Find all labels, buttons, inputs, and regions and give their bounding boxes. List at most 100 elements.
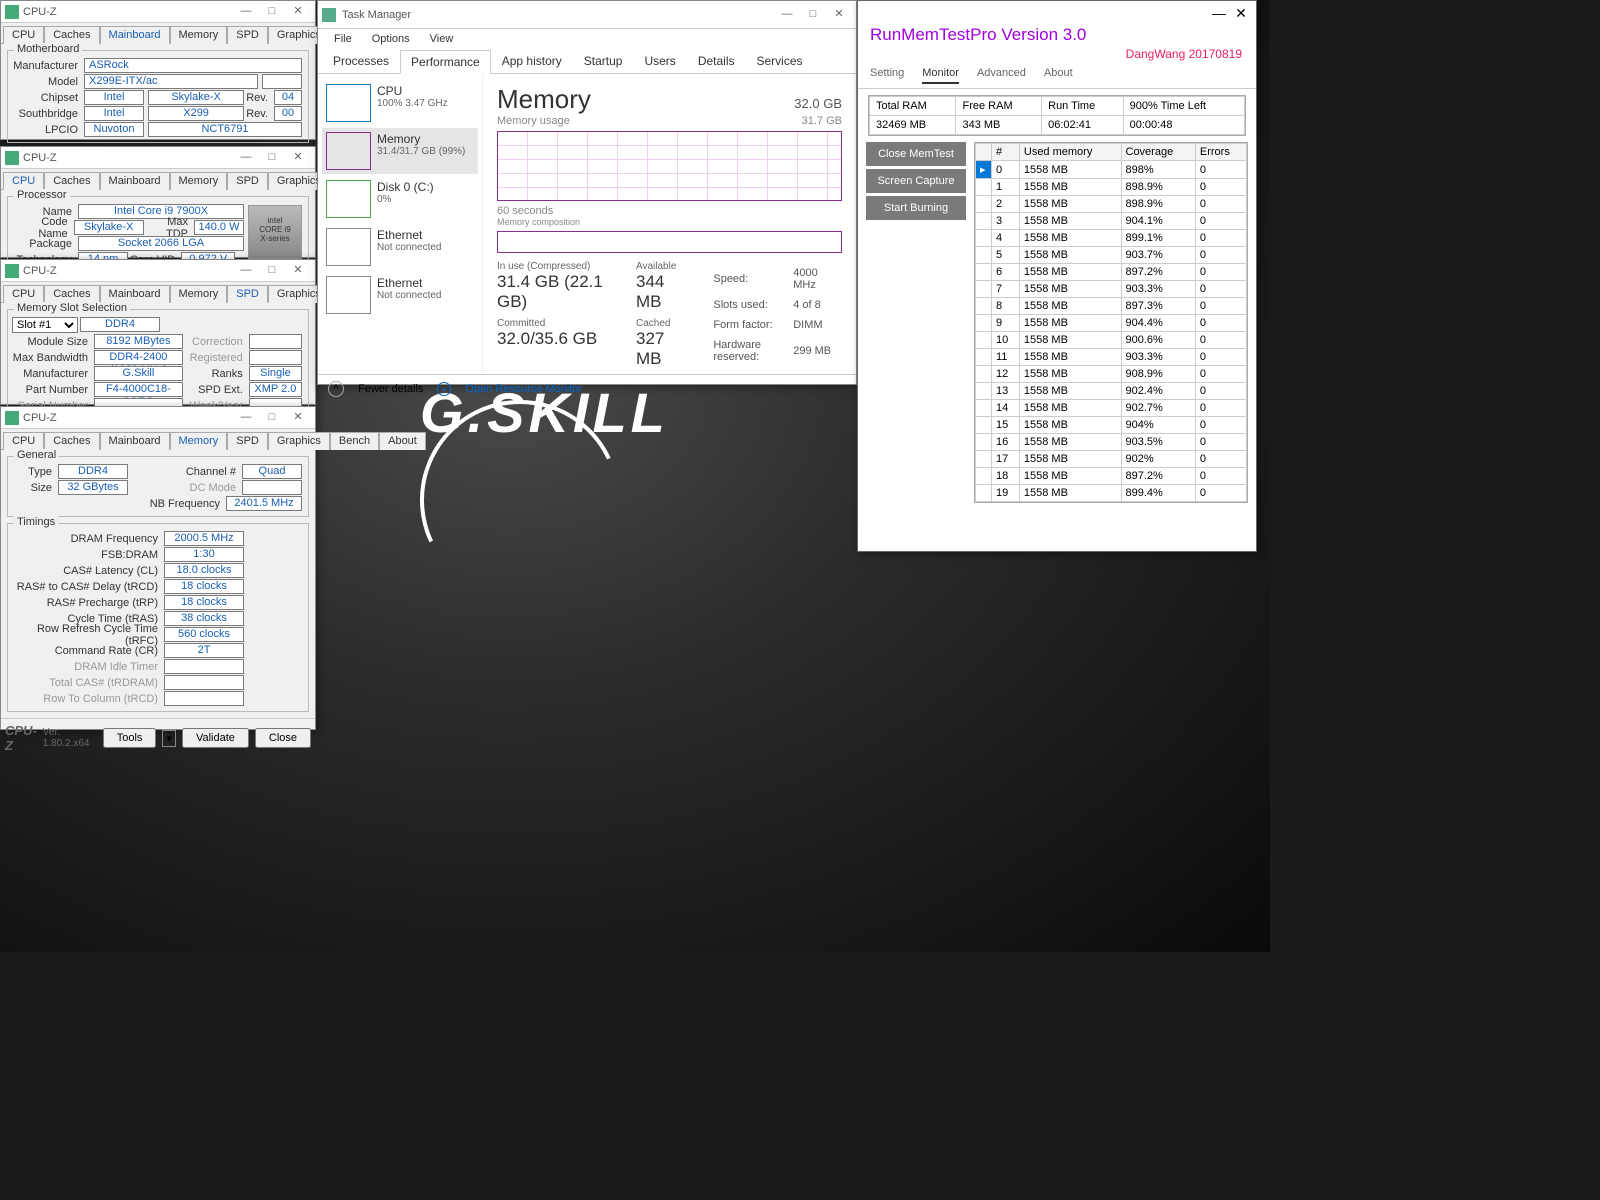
table-row[interactable]: 131558 MB902.4%0 bbox=[976, 383, 1247, 400]
minimize-button[interactable]: — bbox=[233, 148, 259, 168]
close-button[interactable]: ✕ bbox=[285, 261, 311, 281]
tab-caches[interactable]: Caches bbox=[44, 432, 99, 450]
screen-capture-button[interactable]: Screen Capture bbox=[866, 169, 966, 193]
tab-caches[interactable]: Caches bbox=[44, 172, 99, 190]
table-row[interactable]: 51558 MB903.7%0 bbox=[976, 247, 1247, 264]
table-row[interactable]: 161558 MB903.5%0 bbox=[976, 434, 1247, 451]
tab-performance[interactable]: Performance bbox=[400, 50, 491, 74]
table-row[interactable]: 111558 MB903.3%0 bbox=[976, 349, 1247, 366]
maximize-button[interactable]: □ bbox=[259, 261, 285, 281]
table-row[interactable]: 171558 MB902%0 bbox=[976, 451, 1247, 468]
table-row[interactable]: 71558 MB903.3%0 bbox=[976, 281, 1247, 298]
tab-bench[interactable]: Bench bbox=[330, 432, 379, 450]
table-row[interactable]: 31558 MB904.1%0 bbox=[976, 213, 1247, 230]
minimize-button[interactable]: — bbox=[233, 408, 259, 428]
col-header[interactable]: Errors bbox=[1195, 144, 1246, 161]
tab-caches[interactable]: Caches bbox=[44, 285, 99, 303]
table-row[interactable]: 41558 MB899.1%0 bbox=[976, 230, 1247, 247]
tab-memory[interactable]: Memory bbox=[170, 432, 228, 450]
tab-spd[interactable]: SPD bbox=[227, 432, 268, 450]
table-row[interactable]: 141558 MB902.7%0 bbox=[976, 400, 1247, 417]
tab-startup[interactable]: Startup bbox=[573, 49, 634, 73]
titlebar[interactable]: —✕ bbox=[858, 1, 1256, 25]
close-button[interactable]: ✕ bbox=[285, 2, 311, 22]
open-resource-monitor-link[interactable]: Open Resource Monitor bbox=[465, 383, 582, 395]
maximize-button[interactable]: □ bbox=[259, 2, 285, 22]
close-button[interactable]: ✕ bbox=[285, 408, 311, 428]
table-row[interactable]: ▸01558 MB898%0 bbox=[976, 161, 1247, 179]
tab-monitor[interactable]: Monitor bbox=[922, 67, 959, 84]
tab-spd[interactable]: SPD bbox=[227, 26, 268, 44]
tab-cpu[interactable]: CPU bbox=[3, 285, 44, 303]
perf-card-cpu[interactable]: CPU100% 3.47 GHz bbox=[322, 80, 478, 126]
results-grid[interactable]: #Used memoryCoverageErrors▸01558 MB898%0… bbox=[974, 142, 1248, 503]
tab-memory[interactable]: Memory bbox=[170, 172, 228, 190]
tab-cpu[interactable]: CPU bbox=[3, 172, 44, 190]
close-button[interactable]: Close bbox=[255, 728, 311, 748]
perf-card-disk[interactable]: Disk 0 (C:)0% bbox=[322, 176, 478, 222]
titlebar[interactable]: CPU-Z—□✕ bbox=[1, 260, 315, 282]
perf-card-eth[interactable]: EthernetNot connected bbox=[322, 224, 478, 270]
menu-options[interactable]: Options bbox=[362, 31, 420, 47]
table-row[interactable]: 81558 MB897.3%0 bbox=[976, 298, 1247, 315]
close-button[interactable]: ✕ bbox=[285, 148, 311, 168]
titlebar[interactable]: CPU-Z—□✕ bbox=[1, 1, 315, 23]
titlebar[interactable]: CPU-Z—□✕ bbox=[1, 407, 315, 429]
table-row[interactable]: 11558 MB898.9%0 bbox=[976, 179, 1247, 196]
maximize-button[interactable]: □ bbox=[800, 5, 826, 25]
chevron-up-icon[interactable]: ^ bbox=[328, 381, 344, 397]
table-row[interactable]: 21558 MB898.9%0 bbox=[976, 196, 1247, 213]
perf-card-mem[interactable]: Memory31.4/31.7 GB (99%) bbox=[322, 128, 478, 174]
tab-cpu[interactable]: CPU bbox=[3, 26, 44, 44]
tab-mainboard[interactable]: Mainboard bbox=[100, 26, 170, 44]
dropdown-icon[interactable]: ▾ bbox=[162, 730, 176, 747]
validate-button[interactable]: Validate bbox=[182, 728, 249, 748]
menu-view[interactable]: View bbox=[420, 31, 464, 47]
perf-card-eth[interactable]: EthernetNot connected bbox=[322, 272, 478, 318]
tab-mainboard[interactable]: Mainboard bbox=[100, 432, 170, 450]
tab-services[interactable]: Services bbox=[746, 49, 814, 73]
tab-mainboard[interactable]: Mainboard bbox=[100, 285, 170, 303]
tab-memory[interactable]: Memory bbox=[170, 285, 228, 303]
titlebar[interactable]: Task Manager—□✕ bbox=[318, 1, 856, 29]
table-row[interactable]: 91558 MB904.4%0 bbox=[976, 315, 1247, 332]
minimize-button[interactable]: — bbox=[774, 5, 800, 25]
tab-graphics[interactable]: Graphics bbox=[268, 432, 330, 450]
tab-memory[interactable]: Memory bbox=[170, 26, 228, 44]
table-row[interactable]: 121558 MB908.9%0 bbox=[976, 366, 1247, 383]
maximize-button[interactable]: □ bbox=[259, 408, 285, 428]
fewer-details-link[interactable]: Fewer details bbox=[358, 383, 423, 395]
tab-spd[interactable]: SPD bbox=[227, 172, 268, 190]
menu-file[interactable]: File bbox=[324, 31, 362, 47]
tab-cpu[interactable]: CPU bbox=[3, 432, 44, 450]
start-burning-button[interactable]: Start Burning bbox=[866, 196, 966, 220]
slot-select[interactable]: Slot #1 bbox=[12, 317, 78, 333]
maximize-button[interactable]: □ bbox=[259, 148, 285, 168]
col-header[interactable]: Coverage bbox=[1121, 144, 1195, 161]
close-button[interactable]: ✕ bbox=[1230, 5, 1252, 22]
tab-about[interactable]: About bbox=[379, 432, 426, 450]
table-row[interactable]: 61558 MB897.2%0 bbox=[976, 264, 1247, 281]
tab-setting[interactable]: Setting bbox=[870, 67, 904, 84]
tab-users[interactable]: Users bbox=[633, 49, 686, 73]
table-row[interactable]: 151558 MB904%0 bbox=[976, 417, 1247, 434]
table-row[interactable]: 181558 MB897.2%0 bbox=[976, 468, 1247, 485]
close-memtest-button[interactable]: Close MemTest bbox=[866, 142, 966, 166]
minimize-button[interactable]: — bbox=[233, 261, 259, 281]
close-button[interactable]: ✕ bbox=[826, 5, 852, 25]
tab-advanced[interactable]: Advanced bbox=[977, 67, 1026, 84]
table-row[interactable]: 191558 MB899.4%0 bbox=[976, 485, 1247, 502]
tab-processes[interactable]: Processes bbox=[322, 49, 400, 73]
titlebar[interactable]: CPU-Z—□✕ bbox=[1, 147, 315, 169]
tab-spd[interactable]: SPD bbox=[227, 285, 268, 303]
col-header[interactable]: # bbox=[992, 144, 1020, 161]
col-header[interactable]: Used memory bbox=[1019, 144, 1121, 161]
tab-details[interactable]: Details bbox=[687, 49, 746, 73]
tab-mainboard[interactable]: Mainboard bbox=[100, 172, 170, 190]
tab-about[interactable]: About bbox=[1044, 67, 1073, 84]
tab-app-history[interactable]: App history bbox=[491, 49, 573, 73]
minimize-button[interactable]: — bbox=[1208, 5, 1230, 21]
table-row[interactable]: 101558 MB900.6%0 bbox=[976, 332, 1247, 349]
tools-button[interactable]: Tools bbox=[103, 728, 157, 748]
minimize-button[interactable]: — bbox=[233, 2, 259, 22]
